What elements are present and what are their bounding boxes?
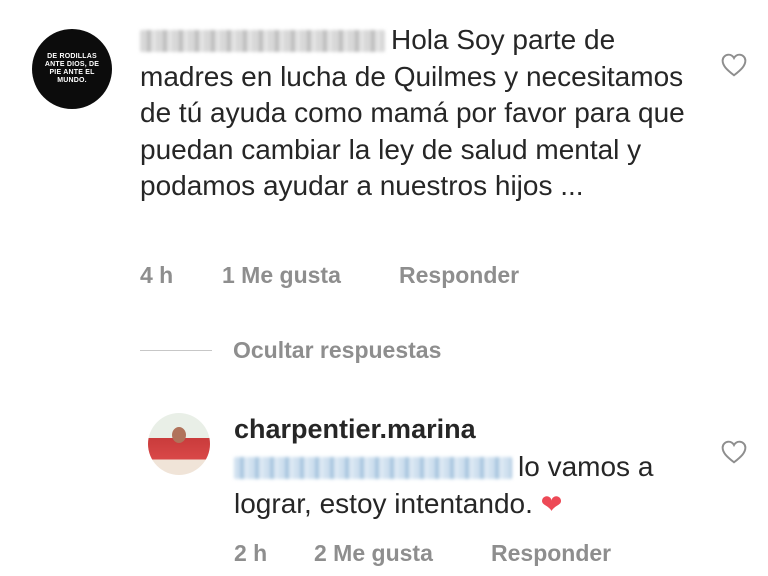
- reply-reply-button[interactable]: Responder: [491, 540, 611, 567]
- comment-time: 4 h: [140, 262, 174, 288]
- avatar-text: DE RODILLAS ANTE DIOS, DE PIE ANTE EL MU…: [44, 53, 100, 84]
- mention-redacted[interactable]: [234, 457, 512, 479]
- comment-likes-link[interactable]: 1 Me gusta: [222, 262, 341, 289]
- commenter-avatar[interactable]: DE RODILLAS ANTE DIOS, DE PIE ANTE EL MU…: [32, 29, 112, 109]
- reply-like-heart-icon[interactable]: [721, 440, 747, 464]
- avatar-face: [172, 427, 186, 443]
- reply-avatar[interactable]: [148, 413, 210, 475]
- reply-time: 2 h: [234, 540, 268, 566]
- reply-body: lo vamos a lograr, estoy intentando. ❤: [234, 448, 704, 523]
- red-heart-emoji: ❤: [540, 489, 563, 519]
- replies-divider-line: [140, 350, 212, 351]
- reply-likes-link[interactable]: 2 Me gusta: [314, 540, 433, 567]
- comment-reply-button[interactable]: Responder: [399, 262, 519, 289]
- comment-like-heart-icon[interactable]: [721, 53, 747, 77]
- hide-replies-button[interactable]: Ocultar respuestas: [233, 337, 441, 364]
- commenter-username-redacted[interactable]: [140, 30, 385, 52]
- reply-username[interactable]: charpentier.marina: [234, 414, 476, 445]
- comment-body: Hola Soy parte de madres en lucha de Qui…: [140, 22, 700, 205]
